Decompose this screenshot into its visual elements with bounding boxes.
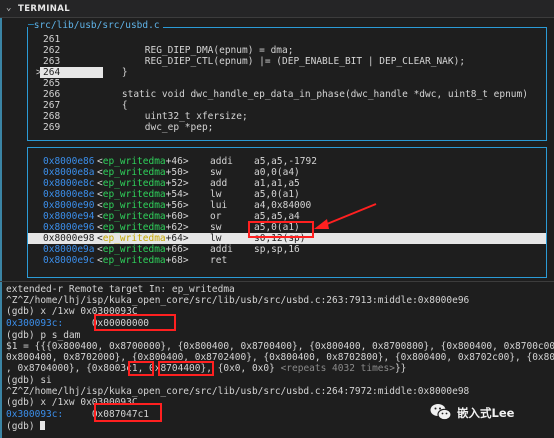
watermark-text: 嵌入式Lee xyxy=(457,406,515,420)
wechat-icon xyxy=(430,404,452,421)
annotation-arrow xyxy=(314,203,377,229)
